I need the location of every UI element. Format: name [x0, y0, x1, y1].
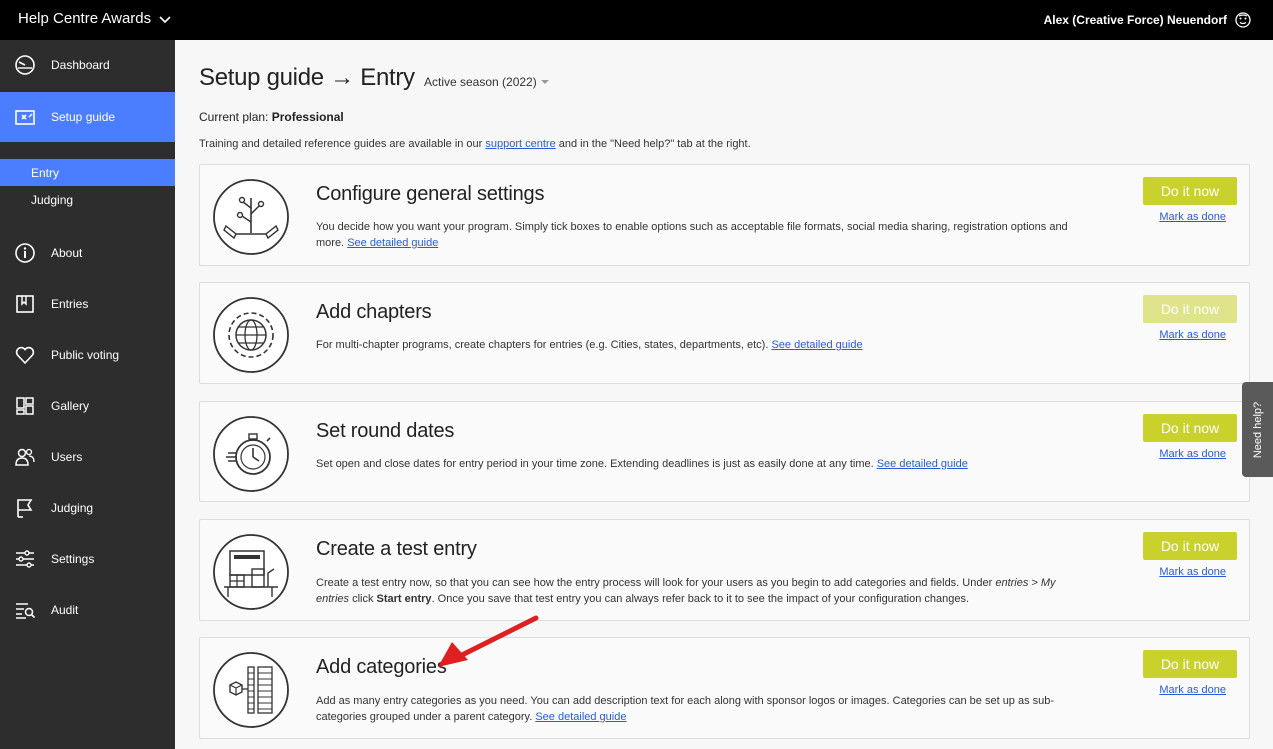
- mark-as-done-link[interactable]: Mark as done: [1159, 211, 1226, 223]
- mark-as-done-link[interactable]: Mark as done: [1159, 448, 1226, 460]
- step-description: Create a test entry now, so that you can…: [316, 575, 1091, 607]
- sidebar-item-label: Public voting: [51, 348, 120, 362]
- app-title: Help Centre Awards: [18, 10, 152, 27]
- mark-as-done-link[interactable]: Mark as done: [1159, 684, 1226, 696]
- step-description-text: click: [349, 593, 377, 605]
- chevron-down-icon: [159, 15, 171, 23]
- sidebar-item-public-voting[interactable]: Public voting: [0, 330, 175, 380]
- sidebar-subitem-entry[interactable]: Entry: [0, 159, 175, 186]
- do-it-now-button[interactable]: Do it now: [1143, 177, 1237, 205]
- judging-icon: [17, 499, 33, 518]
- settings-icon: [16, 550, 34, 568]
- plan-value: Professional: [271, 110, 344, 124]
- step-description-text: Create a test entry now, so that you can…: [316, 577, 996, 589]
- sidebar-item-dashboard[interactable]: Dashboard: [0, 40, 175, 90]
- caret-down-icon: [540, 80, 549, 84]
- step-description: Set open and close dates for entry perio…: [316, 456, 1086, 472]
- season-selector[interactable]: Active season (2022): [424, 75, 549, 89]
- sidebar-item-users[interactable]: Users: [0, 432, 175, 482]
- season-label: Active season (2022): [424, 75, 537, 89]
- training-note: Training and detailed reference guides a…: [199, 138, 751, 150]
- step-description: For multi-chapter programs, create chapt…: [316, 337, 1086, 353]
- heart-icon: [15, 346, 35, 365]
- audit-icon: [16, 603, 36, 619]
- current-plan: Current plan: Professional: [199, 110, 344, 124]
- do-it-now-button[interactable]: Do it now: [1143, 295, 1237, 323]
- globe-gear-icon: [213, 297, 289, 373]
- sidebar-subitem-judging[interactable]: Judging: [0, 186, 175, 213]
- info-icon: [15, 243, 35, 263]
- step-description-text: . Once you save that test entry you can …: [431, 593, 970, 605]
- sidebar-item-label: About: [51, 246, 83, 260]
- sidebar-item-entries[interactable]: Entries: [0, 279, 175, 329]
- main-content: Setup guide → Entry Active season (2022)…: [175, 40, 1273, 749]
- step-description-text: Set open and close dates for entry perio…: [316, 458, 877, 470]
- training-text-pre: Training and detailed reference guides a…: [199, 138, 486, 150]
- sidebar-item-settings[interactable]: Settings: [0, 534, 175, 584]
- entries-icon: [16, 295, 34, 313]
- step-card-chapters: Add chapters For multi-chapter programs,…: [199, 282, 1250, 384]
- step-description-text: Add as many entry categories as you need…: [316, 695, 1055, 723]
- avatar-icon: [1235, 12, 1251, 28]
- see-guide-link[interactable]: See detailed guide: [347, 237, 438, 249]
- sidebar-item-label: Settings: [51, 552, 95, 566]
- step-title: Add chapters: [316, 301, 432, 323]
- sidebar-item-judging[interactable]: Judging: [0, 483, 175, 533]
- workspace-desk-icon: [213, 534, 289, 610]
- dashboard-icon: [15, 55, 35, 75]
- step-title: Configure general settings: [316, 183, 545, 205]
- step-title: Add categories: [316, 656, 447, 678]
- see-guide-link[interactable]: See detailed guide: [771, 339, 862, 351]
- sidebar-item-label: Audit: [51, 603, 79, 617]
- do-it-now-button[interactable]: Do it now: [1143, 414, 1237, 442]
- page-title: Setup guide → Entry: [199, 64, 415, 91]
- step-description-action: Start entry: [376, 593, 432, 605]
- gallery-icon: [16, 397, 34, 415]
- mark-as-done-link[interactable]: Mark as done: [1159, 329, 1226, 341]
- training-text-post: and in the "Need help?" tab at the right…: [555, 138, 751, 150]
- step-card-general-settings: Configure general settings You decide ho…: [199, 164, 1250, 266]
- need-help-label: Need help?: [1251, 401, 1264, 458]
- user-menu[interactable]: Alex (Creative Force) Neuendorf: [1044, 12, 1251, 28]
- sidebar-item-label: Users: [51, 450, 83, 464]
- sidebar-item-label: Entries: [51, 297, 89, 311]
- step-card-categories: Add categories Add as many entry categor…: [199, 637, 1250, 739]
- sidebar-item-label: Gallery: [51, 399, 90, 413]
- setup-guide-icon: [15, 110, 35, 125]
- categories-list-icon: [213, 652, 289, 728]
- top-bar: Help Centre Awards Alex (Creative Force)…: [0, 0, 1273, 40]
- step-card-round-dates: Set round dates Set open and close dates…: [199, 401, 1250, 502]
- user-name: Alex (Creative Force) Neuendorf: [1043, 13, 1227, 27]
- sidebar-item-audit[interactable]: Audit: [0, 585, 175, 635]
- sidebar-item-setup-guide[interactable]: Setup guide: [0, 92, 175, 142]
- sidebar-item-gallery[interactable]: Gallery: [0, 381, 175, 431]
- step-title: Create a test entry: [316, 538, 477, 560]
- settings-tools-icon: [213, 179, 289, 255]
- support-centre-link[interactable]: support centre: [485, 138, 555, 150]
- app-switcher[interactable]: Help Centre Awards: [18, 10, 171, 27]
- sidebar-item-label: Setup guide: [51, 110, 116, 124]
- step-card-test-entry: Create a test entry Create a test entry …: [199, 519, 1250, 621]
- users-icon: [15, 448, 35, 466]
- see-guide-link[interactable]: See detailed guide: [535, 711, 626, 723]
- sidebar-subitem-label: Judging: [31, 192, 74, 207]
- do-it-now-button[interactable]: Do it now: [1143, 650, 1237, 678]
- step-title: Set round dates: [316, 420, 455, 442]
- mark-as-done-link[interactable]: Mark as done: [1159, 566, 1226, 578]
- do-it-now-button[interactable]: Do it now: [1143, 532, 1237, 560]
- step-description-text: For multi-chapter programs, create chapt…: [316, 339, 772, 351]
- sidebar-item-label: Judging: [51, 501, 94, 515]
- sidebar-item-label: Dashboard: [51, 58, 110, 72]
- sidebar-subitem-label: Entry: [31, 165, 60, 180]
- plan-label: Current plan:: [199, 110, 269, 124]
- need-help-tab[interactable]: Need help?: [1242, 382, 1273, 477]
- see-guide-link[interactable]: See detailed guide: [877, 458, 968, 470]
- step-description: Add as many entry categories as you need…: [316, 693, 1086, 725]
- step-description: You decide how you want your program. Si…: [316, 219, 1086, 251]
- sidebar-item-about[interactable]: About: [0, 228, 175, 278]
- stopwatch-icon: [213, 416, 289, 492]
- sidebar: Dashboard Setup guide Entry Judging Abou…: [0, 40, 175, 749]
